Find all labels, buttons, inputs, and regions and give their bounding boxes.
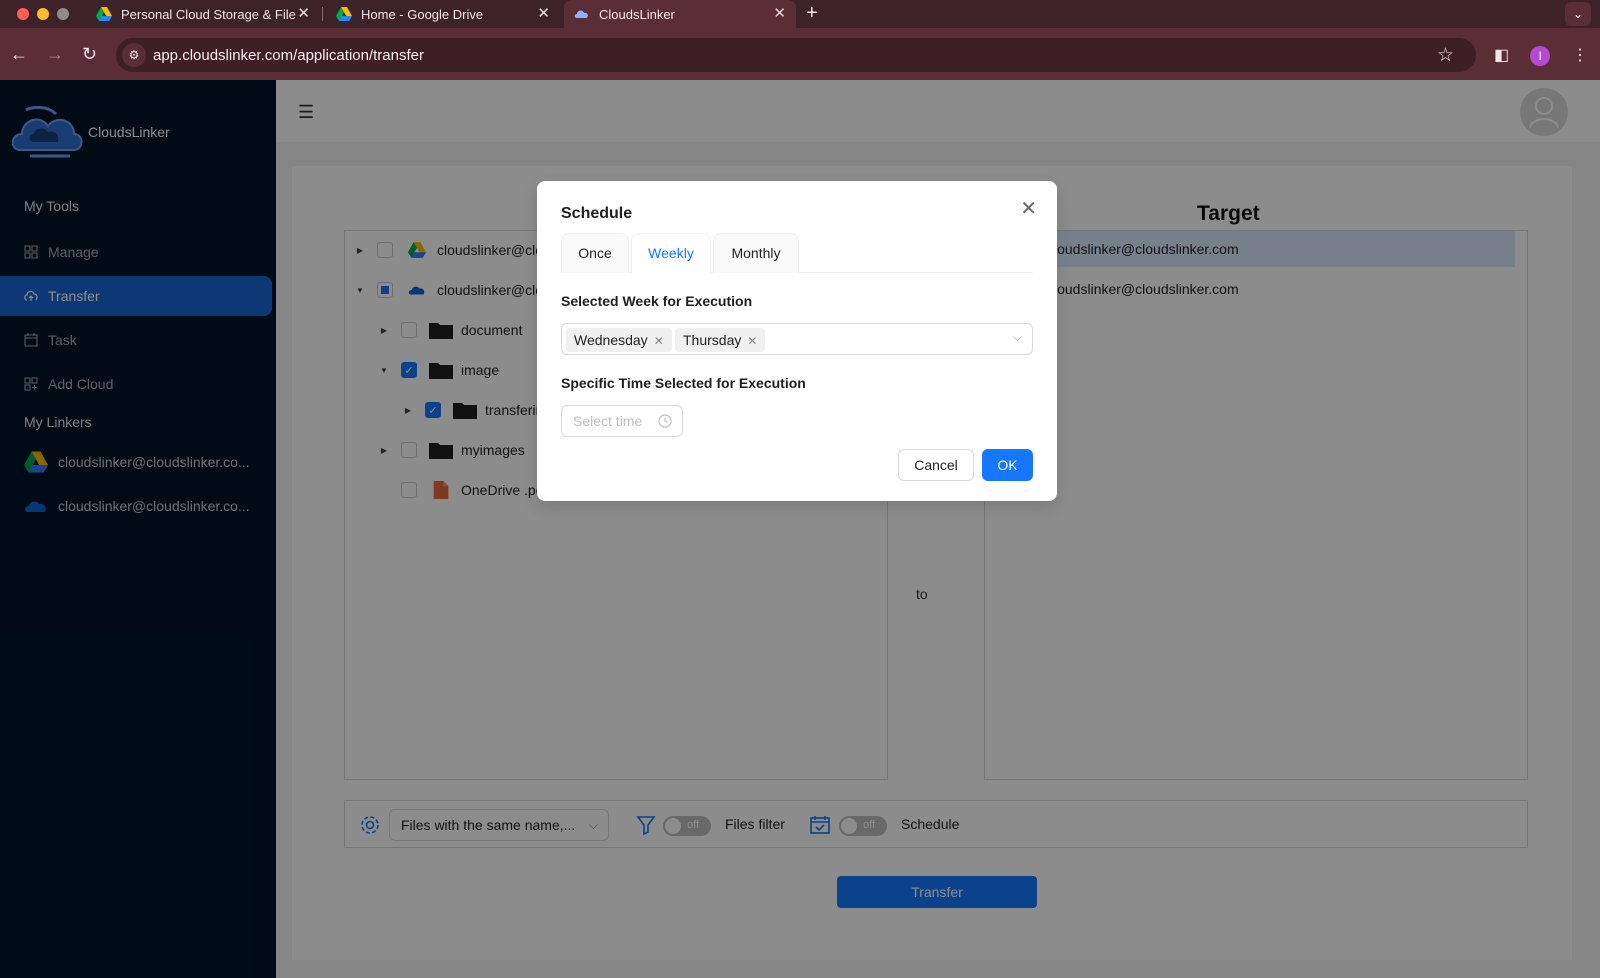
browser-tab[interactable]: Personal Cloud Storage & File ✕ — [86, 0, 320, 28]
url-text: app.cloudslinker.com/application/transfe… — [153, 47, 424, 64]
address-bar[interactable]: ⚙ app.cloudslinker.com/application/trans… — [116, 38, 1476, 72]
schedule-tabs: Once Weekly Monthly — [561, 233, 1033, 274]
google-drive-icon — [336, 7, 352, 21]
zoom-window-button[interactable] — [57, 8, 69, 20]
reload-icon[interactable]: ↻ — [82, 44, 97, 64]
week-multi-select[interactable]: Wednesday ✕ Thursday ✕ ⌵ — [561, 323, 1033, 355]
cancel-button[interactable]: Cancel — [898, 449, 974, 481]
tab-title: CloudsLinker — [599, 6, 675, 22]
minimize-window-button[interactable] — [37, 8, 49, 20]
tab-search-button[interactable]: ⌄ — [1565, 2, 1591, 26]
day-tag: Wednesday ✕ — [566, 328, 672, 352]
browser-tab-bar: Personal Cloud Storage & File ✕ Home - G… — [0, 0, 1600, 28]
week-field-label: Selected Week for Execution — [561, 293, 753, 309]
browser-tab-active[interactable]: CloudsLinker ✕ — [564, 0, 796, 28]
schedule-modal: Schedule ✕ Once Weekly Monthly Selected … — [537, 181, 1057, 501]
day-tag-label: Thursday — [683, 332, 742, 348]
tab-separator — [322, 7, 323, 21]
tab-once[interactable]: Once — [561, 233, 629, 273]
close-icon[interactable]: ✕ — [1020, 199, 1037, 219]
forward-icon[interactable]: → — [46, 44, 64, 64]
google-drive-icon — [96, 7, 112, 21]
tab-title: Personal Cloud Storage & File — [121, 6, 296, 22]
clock-icon — [658, 414, 672, 428]
remove-tag-icon[interactable]: ✕ — [654, 334, 664, 348]
side-panel-icon[interactable]: ◧ — [1494, 45, 1509, 65]
chevron-down-icon: ⌵ — [1012, 330, 1022, 344]
day-tag-label: Wednesday — [574, 332, 648, 348]
time-picker-placeholder: Select time — [573, 413, 643, 429]
tab-title: Home - Google Drive — [361, 6, 484, 22]
tab-weekly[interactable]: Weekly — [631, 233, 711, 274]
profile-avatar[interactable]: I — [1530, 46, 1550, 66]
close-window-button[interactable] — [17, 8, 29, 20]
day-tag: Thursday ✕ — [675, 328, 766, 352]
tab-monthly[interactable]: Monthly — [713, 233, 799, 273]
ok-button[interactable]: OK — [982, 449, 1033, 481]
close-tab-icon[interactable]: ✕ — [297, 6, 310, 22]
browser-menu-icon[interactable]: ⋮ — [1572, 45, 1588, 65]
browser-toolbar: ← → ↻ ⚙ app.cloudslinker.com/application… — [0, 28, 1600, 80]
site-info-icon[interactable]: ⚙ — [122, 43, 146, 67]
close-tab-icon[interactable]: ✕ — [537, 6, 550, 22]
new-tab-button[interactable]: + — [806, 2, 818, 25]
modal-title: Schedule — [561, 205, 633, 222]
cloudslinker-icon — [574, 10, 588, 18]
back-icon[interactable]: ← — [10, 44, 28, 64]
browser-tab[interactable]: Home - Google Drive ✕ — [326, 0, 560, 28]
remove-tag-icon[interactable]: ✕ — [747, 334, 757, 348]
time-picker[interactable]: Select time — [561, 405, 683, 437]
close-tab-icon[interactable]: ✕ — [773, 6, 786, 22]
time-field-label: Specific Time Selected for Execution — [561, 375, 806, 391]
bookmark-star-icon[interactable]: ☆ — [1437, 44, 1454, 67]
